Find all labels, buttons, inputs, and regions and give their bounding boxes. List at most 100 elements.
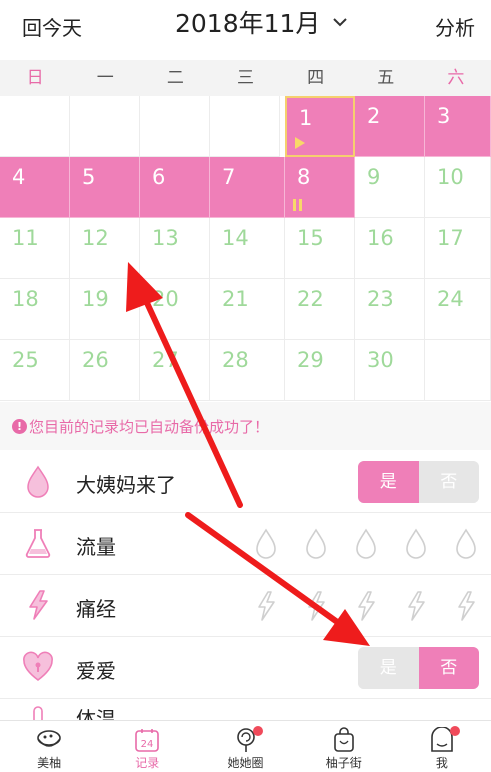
- day-number: 8: [297, 165, 311, 189]
- heart-lock-icon: [23, 651, 53, 682]
- shopping-bag-icon: [333, 727, 354, 752]
- calendar-empty-cell: [425, 340, 491, 401]
- day-number: 25: [12, 348, 39, 372]
- day-number: 19: [82, 287, 109, 311]
- tab-label: 我: [435, 756, 448, 770]
- day-number: 14: [222, 226, 249, 250]
- cramps-level-3-lightning-icon[interactable]: [353, 589, 379, 623]
- flask-icon: [25, 529, 51, 558]
- love-yes-button[interactable]: 是: [358, 647, 419, 689]
- back-to-today-button[interactable]: 回今天: [22, 12, 82, 41]
- calendar-day[interactable]: 5: [70, 157, 140, 218]
- flow-level-3-drop-icon[interactable]: [353, 527, 379, 561]
- cramps-level-5-lightning-icon[interactable]: [453, 589, 479, 623]
- calendar-empty-cell: [0, 96, 70, 157]
- weekday-thu: 四: [307, 68, 325, 88]
- calendar-day[interactable]: 22: [285, 279, 355, 340]
- cramps-level-4-lightning-icon[interactable]: [403, 589, 429, 623]
- calendar-day[interactable]: 26: [70, 340, 140, 401]
- day-number: 24: [437, 287, 464, 311]
- chevron-down-icon: [333, 18, 348, 27]
- record-row-period: 大姨妈来了 是 否: [0, 451, 491, 513]
- cramps-label: 痛经: [76, 597, 116, 621]
- day-number: 10: [437, 165, 464, 189]
- period-no-button[interactable]: 否: [418, 461, 479, 503]
- calendar-day[interactable]: 19: [70, 279, 140, 340]
- calendar-day[interactable]: 7: [210, 157, 285, 218]
- calendar-day[interactable]: 13: [140, 218, 210, 279]
- record-row-flow: 流量: [0, 513, 491, 575]
- day-number: 18: [12, 287, 39, 311]
- tab-community[interactable]: 她她圈: [196, 721, 294, 772]
- flow-level-1-drop-icon[interactable]: [253, 527, 279, 561]
- calendar-day[interactable]: 20: [140, 279, 210, 340]
- calendar-day[interactable]: 15: [285, 218, 355, 279]
- calendar-day[interactable]: 9: [355, 157, 425, 218]
- weekday-sat: 六: [447, 68, 465, 88]
- calendar-day[interactable]: 23: [355, 279, 425, 340]
- temperature-label: 体温: [76, 707, 116, 720]
- tab-me[interactable]: 我: [393, 721, 491, 772]
- calendar-day[interactable]: 12: [70, 218, 140, 279]
- pause-icon: [293, 199, 303, 211]
- day-number: 27: [152, 348, 179, 372]
- calendar-icon-number: 24: [141, 739, 154, 750]
- day-number: 11: [12, 226, 39, 250]
- calendar-icon: 24: [135, 729, 160, 752]
- period-yes-button[interactable]: 是: [358, 461, 419, 503]
- tab-records[interactable]: 24 记录: [98, 721, 196, 772]
- drop-icon: [27, 465, 49, 498]
- calendar-day[interactable]: 4: [0, 157, 70, 218]
- flow-level-5-drop-icon[interactable]: [453, 527, 479, 561]
- weekday-wed: 三: [236, 68, 254, 88]
- flow-level-4-drop-icon[interactable]: [403, 527, 429, 561]
- tab-shop[interactable]: 柚子街: [295, 721, 393, 772]
- weekday-mon: 一: [96, 68, 114, 88]
- bowl-icon: [37, 730, 61, 747]
- calendar-day[interactable]: 2: [355, 96, 425, 157]
- calendar-day[interactable]: 1: [285, 96, 355, 157]
- flow-level-2-drop-icon[interactable]: [303, 527, 329, 561]
- analysis-button[interactable]: 分析: [435, 12, 475, 41]
- calendar-day[interactable]: 24: [425, 279, 491, 340]
- tab-label: 美柚: [37, 756, 62, 770]
- cramps-level-2-lightning-icon[interactable]: [303, 589, 329, 623]
- calendar-day[interactable]: 8: [285, 157, 355, 218]
- day-number: 9: [367, 165, 381, 189]
- calendar-day[interactable]: 21: [210, 279, 285, 340]
- weekday-sun: 日: [26, 68, 44, 88]
- calendar-day[interactable]: 28: [210, 340, 285, 401]
- love-toggle: 是 否: [358, 647, 479, 689]
- info-icon: !: [12, 418, 27, 434]
- calendar-grid: 1 2 3 4 5 6 7 8 9 10 11 12 13 14 15 16 1…: [0, 96, 491, 401]
- cramps-level-1-lightning-icon[interactable]: [253, 589, 279, 623]
- calendar-day[interactable]: 17: [425, 218, 491, 279]
- tab-meiyou[interactable]: 美柚: [0, 721, 98, 772]
- calendar-day[interactable]: 18: [0, 279, 70, 340]
- day-number: 7: [222, 165, 236, 189]
- calendar-day[interactable]: 25: [0, 340, 70, 401]
- day-number: 2: [367, 104, 381, 128]
- record-row-love: 爱爱 是 否: [0, 637, 491, 699]
- flow-label: 流量: [76, 535, 116, 559]
- calendar-day[interactable]: 11: [0, 218, 70, 279]
- calendar-day[interactable]: 14: [210, 218, 285, 279]
- tab-label: 柚子街: [325, 756, 362, 770]
- calendar-empty-cell: [70, 96, 140, 157]
- day-number: 13: [152, 226, 179, 250]
- calendar-day[interactable]: 30: [355, 340, 425, 401]
- backup-notice: ! 您目前的记录均已自动备份成功了！: [0, 402, 491, 450]
- calendar-day[interactable]: 6: [140, 157, 210, 218]
- calendar-day[interactable]: 16: [355, 218, 425, 279]
- calendar-day[interactable]: 3: [425, 96, 491, 157]
- notification-dot: [253, 726, 264, 736]
- calendar-day[interactable]: 27: [140, 340, 210, 401]
- flow-level-selector: [253, 527, 479, 561]
- calendar-day[interactable]: 29: [285, 340, 355, 401]
- day-number: 6: [152, 165, 166, 189]
- calendar-day[interactable]: 10: [425, 157, 491, 218]
- love-no-button[interactable]: 否: [418, 647, 479, 689]
- month-selector[interactable]: 2018年11月: [175, 4, 348, 40]
- day-number: 15: [297, 226, 324, 250]
- day-number: 3: [437, 104, 451, 128]
